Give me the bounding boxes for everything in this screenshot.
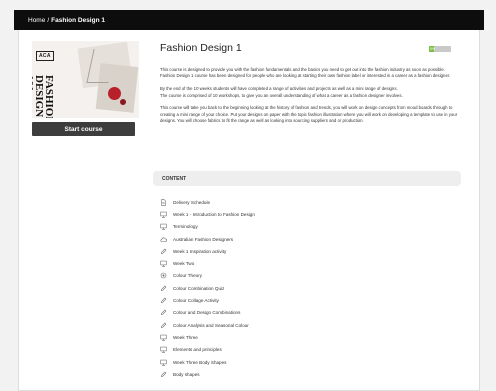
- description-paragraph: This course will take you back to the be…: [160, 105, 458, 124]
- course-panel: ACA FASHION DESIGN 101 Start course Fash…: [18, 30, 480, 391]
- pencil-icon: [160, 248, 167, 255]
- content-item-label: Week 1 - Introduction to Fashion Design: [173, 211, 255, 217]
- content-section-header: CONTENT: [153, 171, 461, 186]
- start-course-button[interactable]: Start course: [32, 122, 135, 136]
- course-cover-image: ACA FASHION DESIGN 101: [32, 41, 139, 118]
- content-item[interactable]: Terminology: [160, 221, 460, 233]
- content-item-label: Australian Fashion Designers: [173, 236, 234, 242]
- content-item-label: Body shapes: [173, 371, 200, 377]
- pencil-icon: [160, 309, 167, 316]
- content-item-label: Colour Theory: [173, 273, 203, 279]
- content-item[interactable]: Week Three Body Shapes: [160, 356, 460, 368]
- content-item[interactable]: Week 1 Inspiration activity: [160, 245, 460, 257]
- cloud-icon: [160, 236, 167, 243]
- content-item-label: Delivery Schedule: [173, 199, 211, 205]
- presentation-icon: [160, 211, 167, 218]
- presentation-icon: [160, 223, 167, 230]
- presentation-icon: [160, 346, 167, 353]
- presentation-icon: [160, 359, 167, 366]
- presentation-icon: [160, 260, 167, 267]
- content-item-label: Colour and Design Combinations: [173, 310, 241, 316]
- pencil-icon: [160, 371, 167, 378]
- content-item[interactable]: Australian Fashion Designers: [160, 233, 460, 245]
- breadcrumb-current: Fashion Design 1: [51, 16, 105, 24]
- content-item[interactable]: Colour Theory: [160, 270, 460, 282]
- content-item-label: Colour Combination Quiz: [173, 285, 225, 291]
- content-item[interactable]: Body shapes: [160, 368, 460, 380]
- description-paragraph: The course is comprised of 10 workshops,…: [160, 92, 403, 98]
- content-item[interactable]: Week Two: [160, 257, 460, 269]
- breadcrumb-separator: /: [47, 16, 50, 24]
- content-item-label: Week Two: [173, 261, 195, 267]
- rose-decoration: [108, 87, 121, 100]
- cover-title: FASHION DESIGN 101: [32, 75, 55, 118]
- breadcrumb-home-link[interactable]: Home: [28, 17, 45, 24]
- content-item[interactable]: Elements and principles: [160, 344, 460, 356]
- content-item[interactable]: Colour Analysis and Seasonal Colour: [160, 319, 460, 331]
- target-icon: [160, 272, 167, 279]
- content-item[interactable]: Colour and Design Combinations: [160, 307, 460, 319]
- content-list: Delivery Schedule Week 1 - Introduction t…: [160, 196, 460, 380]
- content-item-label: Week Three Body Shapes: [173, 359, 227, 365]
- content-item[interactable]: Colour Combination Quiz: [160, 282, 460, 294]
- content-item[interactable]: Colour Collage Activity: [160, 294, 460, 306]
- description-paragraph: This course is designed to provide you w…: [160, 67, 451, 79]
- content-item-label: Terminology: [173, 224, 198, 230]
- content-item-label: Colour Analysis and Seasonal Colour: [173, 322, 249, 328]
- pencil-icon: [160, 322, 167, 329]
- content-item-label: Elements and principles: [173, 347, 222, 353]
- content-item-label: Colour Collage Activity: [173, 298, 219, 304]
- aca-logo: ACA: [36, 51, 54, 61]
- course-description: This course is designed to provide you w…: [160, 67, 460, 131]
- content-item[interactable]: Week 1 - Introduction to Fashion Design: [160, 208, 460, 220]
- content-item-label: Week Three: [173, 334, 198, 340]
- content-item[interactable]: Week Three: [160, 331, 460, 343]
- pencil-icon: [160, 297, 167, 304]
- course-title: Fashion Design 1: [160, 42, 242, 54]
- progress-bar: 0%: [429, 46, 451, 52]
- document-icon: [160, 199, 167, 206]
- content-item[interactable]: Delivery Schedule: [160, 196, 460, 208]
- pencil-icon: [160, 285, 167, 292]
- content-item-label: Week 1 Inspiration activity: [173, 248, 227, 254]
- progress-fill: 0%: [429, 46, 436, 52]
- presentation-icon: [160, 334, 167, 341]
- breadcrumb-bar: Home / Fashion Design 1: [14, 10, 484, 30]
